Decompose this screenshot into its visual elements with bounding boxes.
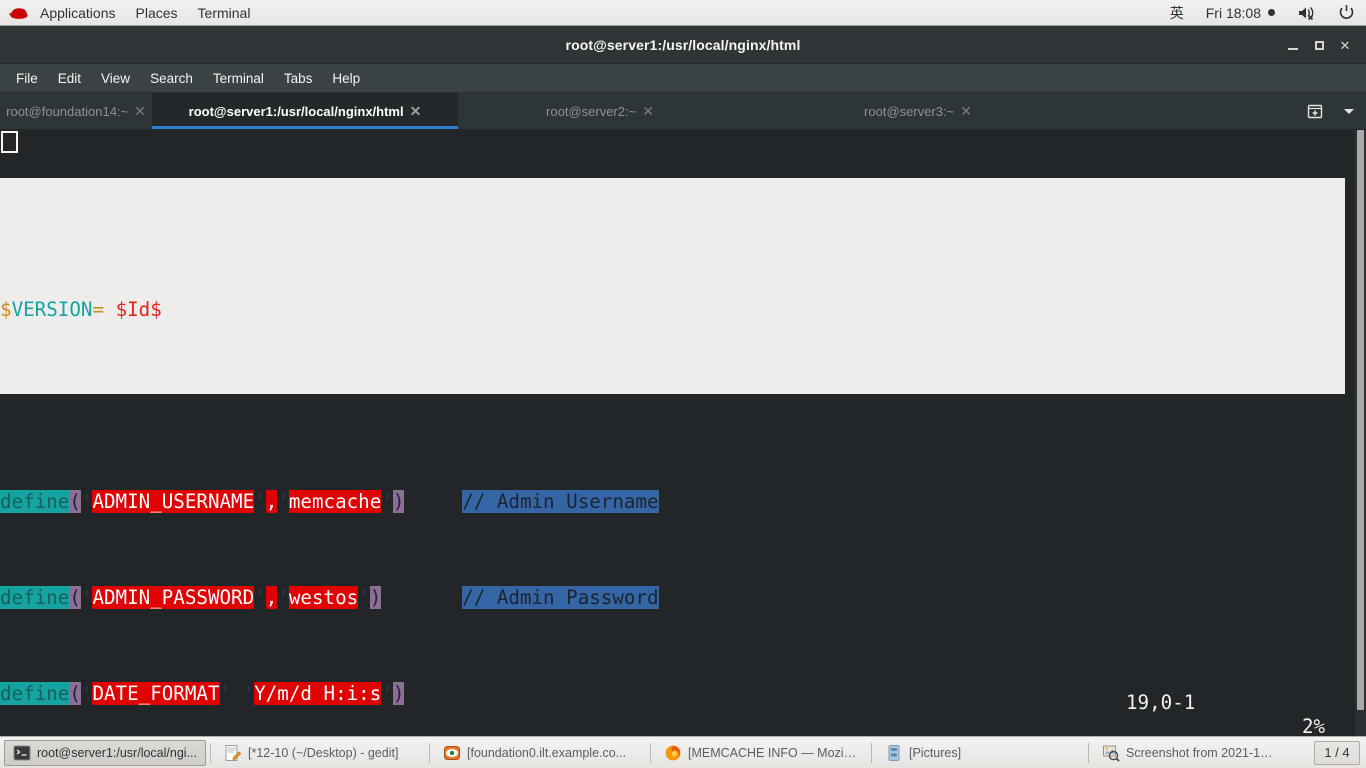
menu-help[interactable]: Help	[322, 64, 370, 93]
tab-label: root@server3:~	[864, 103, 955, 119]
clock[interactable]: Fri 18:08	[1195, 0, 1286, 26]
power-icon[interactable]	[1327, 0, 1366, 26]
vim-status-line: 19,0-1 2%	[0, 667, 1344, 736]
block-cursor	[1, 131, 18, 153]
panel-status-area: 英 Fri 18:08	[1159, 0, 1366, 26]
redhat-logo-icon[interactable]	[8, 3, 30, 23]
menu-terminal[interactable]: Terminal	[203, 64, 274, 93]
panel-menu-places[interactable]: Places	[126, 0, 188, 26]
taskbar-item-label: [Pictures]	[909, 745, 962, 760]
tab-label: root@foundation14:~	[6, 103, 129, 119]
tab-server3[interactable]: root@server3:~ ✕	[838, 93, 998, 129]
new-tab-icon[interactable]	[1298, 93, 1332, 129]
tab-label: root@server1:/usr/local/nginx/html	[188, 103, 404, 119]
vim-file-percent: 2%	[1302, 715, 1326, 736]
terminal-icon	[13, 744, 31, 762]
maximize-icon[interactable]	[1306, 32, 1332, 58]
minimize-icon[interactable]	[1280, 32, 1306, 58]
menu-file[interactable]: File	[6, 64, 48, 93]
chevron-down-icon[interactable]	[1332, 93, 1366, 129]
code-line: define('ADMIN_PASSWORD','westos'); // Ad…	[0, 586, 659, 609]
divider	[650, 742, 651, 763]
menu-view[interactable]: View	[91, 64, 140, 93]
close-icon[interactable]: ✕	[410, 103, 422, 120]
taskbar-item-label: [*12-10 (~/Desktop) - gedit]	[248, 745, 399, 760]
menubar: File Edit View Search Terminal Tabs Help	[0, 64, 1366, 93]
taskbar-item-remote-viewer[interactable]: [foundation0.ilt.example.co...	[434, 740, 646, 766]
close-icon[interactable]: ✕	[960, 103, 972, 120]
divider	[429, 742, 430, 763]
gnome-top-panel: Applications Places Terminal 英 Fri 18:08	[0, 0, 1366, 26]
close-icon[interactable]: ✕	[1332, 32, 1358, 58]
vertical-scrollbar[interactable]	[1355, 130, 1366, 736]
menu-edit[interactable]: Edit	[48, 64, 91, 93]
firefox-icon	[664, 744, 682, 762]
divider	[210, 742, 211, 763]
window-list-taskbar: root@server1:/usr/local/ngi... [*12-10 (…	[0, 736, 1366, 768]
taskbar-item-screenshot[interactable]: Screenshot from 2021-12-...	[1093, 740, 1288, 766]
taskbar-item-label: [foundation0.ilt.example.co...	[467, 745, 627, 760]
panel-menu-applications[interactable]: Applications	[30, 0, 126, 26]
volume-muted-icon[interactable]	[1286, 0, 1327, 26]
taskbar-item-label: root@server1:/usr/local/ngi...	[37, 745, 197, 760]
tab-bar: root@foundation14:~ ✕ root@server1:/usr/…	[0, 93, 1366, 130]
terminal-window: root@server1:/usr/local/nginx/html ✕ Fil…	[0, 26, 1366, 736]
file-manager-icon	[885, 744, 903, 762]
menu-tabs[interactable]: Tabs	[274, 64, 323, 93]
scrollbar-thumb[interactable]	[1357, 130, 1364, 710]
notification-dot-icon	[1268, 9, 1275, 16]
vim-cursor-position: 19,0-1	[1126, 691, 1196, 714]
remote-viewer-icon	[443, 744, 461, 762]
panel-menu-terminal[interactable]: Terminal	[188, 0, 261, 26]
input-method-indicator[interactable]: 英	[1159, 0, 1195, 26]
taskbar-item-pictures[interactable]: [Pictures]	[876, 740, 1084, 766]
tab-label: root@server2:~	[546, 103, 637, 119]
workspace-indicator[interactable]: 1 / 4	[1314, 740, 1360, 765]
tabbar-spacer	[998, 93, 1298, 129]
taskbar-item-label: Screenshot from 2021-12-...	[1126, 745, 1279, 760]
window-titlebar: root@server1:/usr/local/nginx/html ✕	[0, 26, 1366, 64]
vim-buffer[interactable]: $VERSION='$Id$'; define('ADMIN_USERNAME'…	[0, 130, 1355, 736]
clock-label: Fri 18:08	[1205, 4, 1261, 21]
taskbar-item-terminal[interactable]: root@server1:/usr/local/ngi...	[4, 739, 206, 766]
window-title: root@server1:/usr/local/nginx/html	[565, 36, 801, 53]
menu-search[interactable]: Search	[140, 64, 203, 93]
divider	[871, 742, 872, 763]
taskbar-item-gedit[interactable]: [*12-10 (~/Desktop) - gedit]	[215, 740, 425, 766]
gedit-icon	[224, 744, 242, 762]
close-icon[interactable]: ✕	[642, 103, 654, 120]
tab-foundation14[interactable]: root@foundation14:~ ✕	[0, 93, 152, 129]
close-icon[interactable]: ✕	[134, 103, 146, 120]
taskbar-item-label: [MEMCACHE INFO — Mozill...	[688, 745, 858, 760]
code-line: define('ADMIN_USERNAME','memcache'); // …	[0, 490, 659, 513]
image-viewer-icon	[1102, 744, 1120, 762]
code-line: $VERSION='$Id$';	[0, 298, 185, 321]
window-controls: ✕	[1280, 26, 1358, 64]
divider	[1088, 742, 1089, 763]
terminal-text-area[interactable]: $VERSION='$Id$'; define('ADMIN_USERNAME'…	[0, 130, 1366, 736]
taskbar-item-firefox[interactable]: [MEMCACHE INFO — Mozill...	[655, 740, 867, 766]
tab-server1-nginx-html[interactable]: root@server1:/usr/local/nginx/html ✕	[152, 93, 458, 129]
tab-server2[interactable]: root@server2:~ ✕	[520, 93, 680, 129]
